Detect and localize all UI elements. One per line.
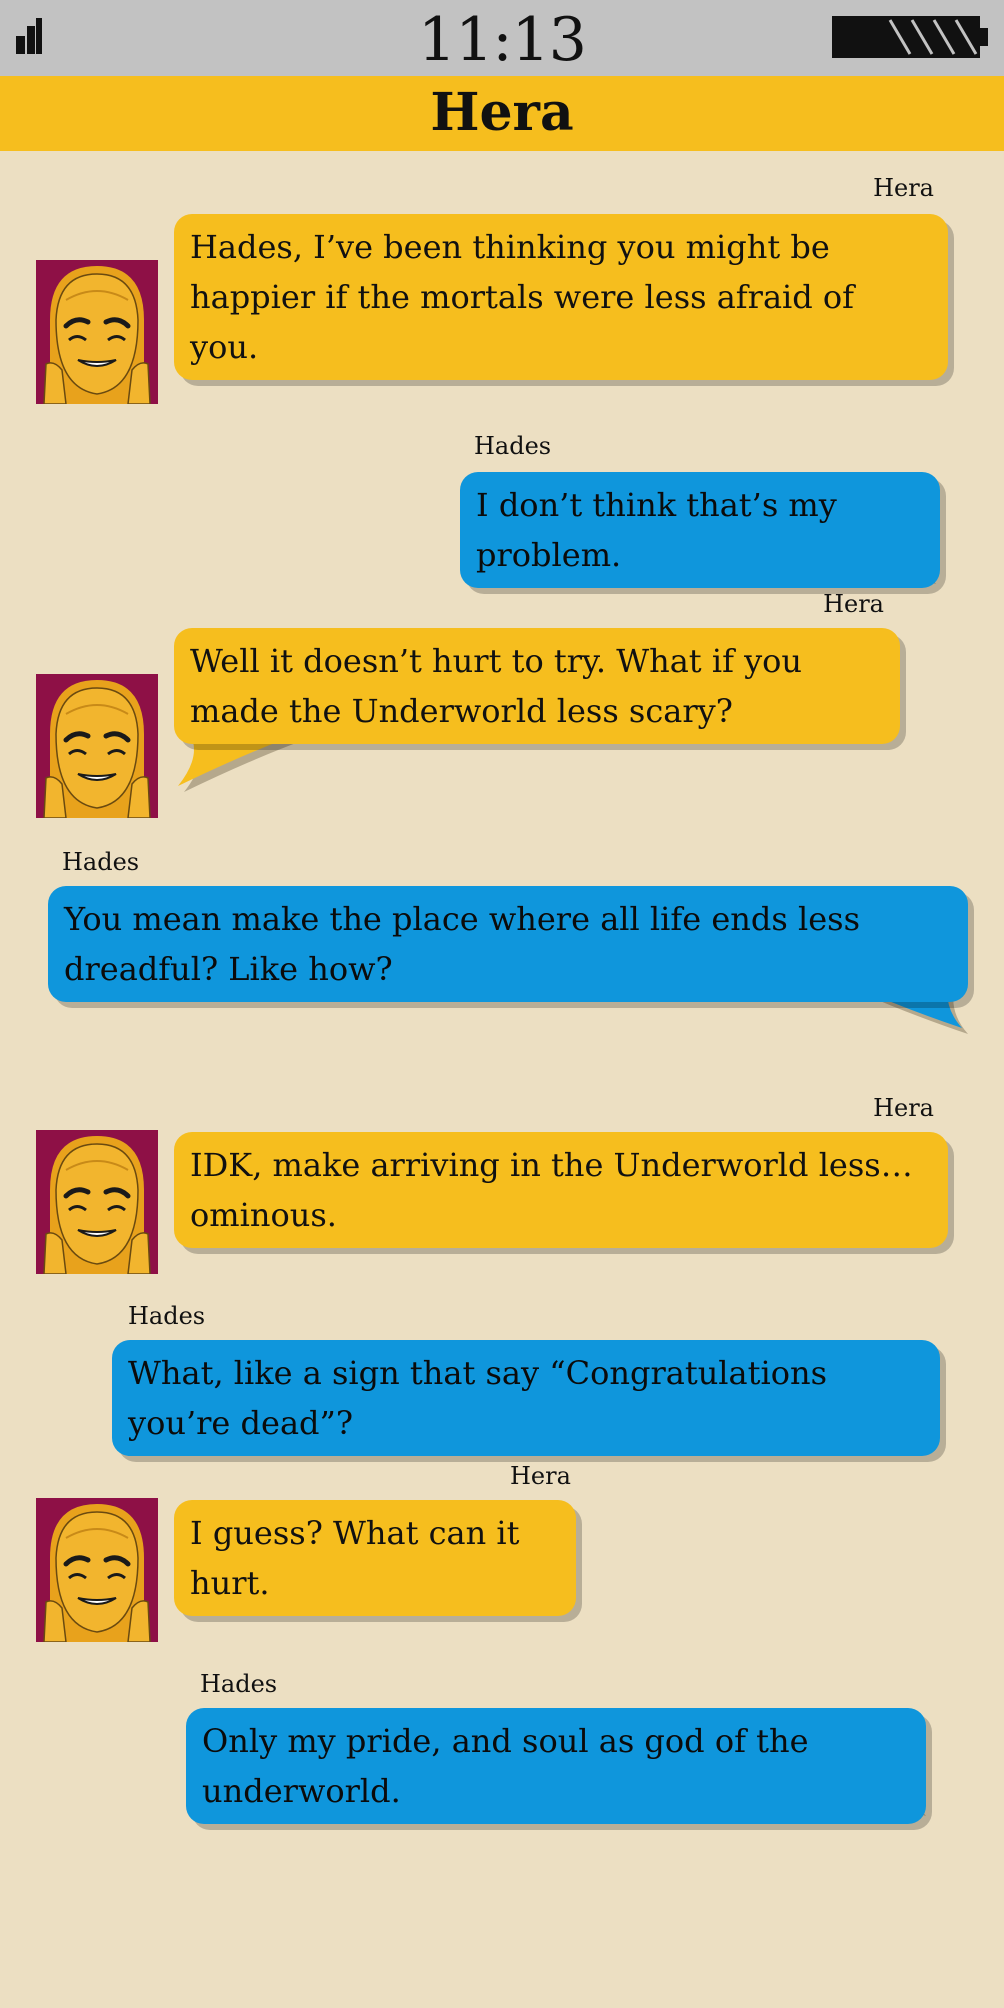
sender-label: Hades xyxy=(128,1302,206,1330)
sender-label: Hera xyxy=(823,590,884,618)
sender-label: Hades xyxy=(474,432,552,460)
message-bubble-hades[interactable]: What, like a sign that say “Congratulati… xyxy=(112,1340,940,1456)
message-bubble-hera[interactable]: Well it doesn’t hurt to try. What if you… xyxy=(174,628,900,744)
message-text: I guess? What can it hurt. xyxy=(190,1514,520,1602)
message-text: What, like a sign that say “Congratulati… xyxy=(128,1354,827,1442)
message-bubble-hades[interactable]: I don’t think that’s my problem. xyxy=(460,472,940,588)
status-bar: 11:13 xyxy=(0,0,1004,76)
hera-avatar[interactable] xyxy=(36,674,158,818)
hera-avatar[interactable] xyxy=(36,1498,158,1642)
message-bubble-hades[interactable]: Only my pride, and soul as god of the un… xyxy=(186,1708,926,1824)
sender-label: Hera xyxy=(873,1094,934,1122)
sender-label: Hades xyxy=(200,1670,278,1698)
message-bubble-hera[interactable]: IDK, make arriving in the Underworld les… xyxy=(174,1132,948,1248)
message-text: Well it doesn’t hurt to try. What if you… xyxy=(190,642,803,730)
message-text: You mean make the place where all life e… xyxy=(64,900,860,988)
message-text: Hades, I’ve been thinking you might be h… xyxy=(190,228,855,366)
chat-header: Hera xyxy=(0,76,1004,151)
sender-label: Hera xyxy=(873,174,934,202)
message-bubble-hera[interactable]: Hades, I’ve been thinking you might be h… xyxy=(174,214,948,380)
hera-avatar[interactable] xyxy=(36,1130,158,1274)
sender-label: Hades xyxy=(62,848,140,876)
contact-name: Hera xyxy=(430,82,574,143)
message-text: Only my pride, and soul as god of the un… xyxy=(202,1722,809,1810)
sender-label: Hera xyxy=(510,1462,571,1490)
message-text: I don’t think that’s my problem. xyxy=(476,486,837,574)
hera-avatar[interactable] xyxy=(36,260,158,404)
message-bubble-hera[interactable]: I guess? What can it hurt. xyxy=(174,1500,576,1616)
message-text: IDK, make arriving in the Underworld les… xyxy=(190,1146,913,1234)
message-bubble-hades[interactable]: You mean make the place where all life e… xyxy=(48,886,968,1002)
battery-icon xyxy=(832,16,988,58)
